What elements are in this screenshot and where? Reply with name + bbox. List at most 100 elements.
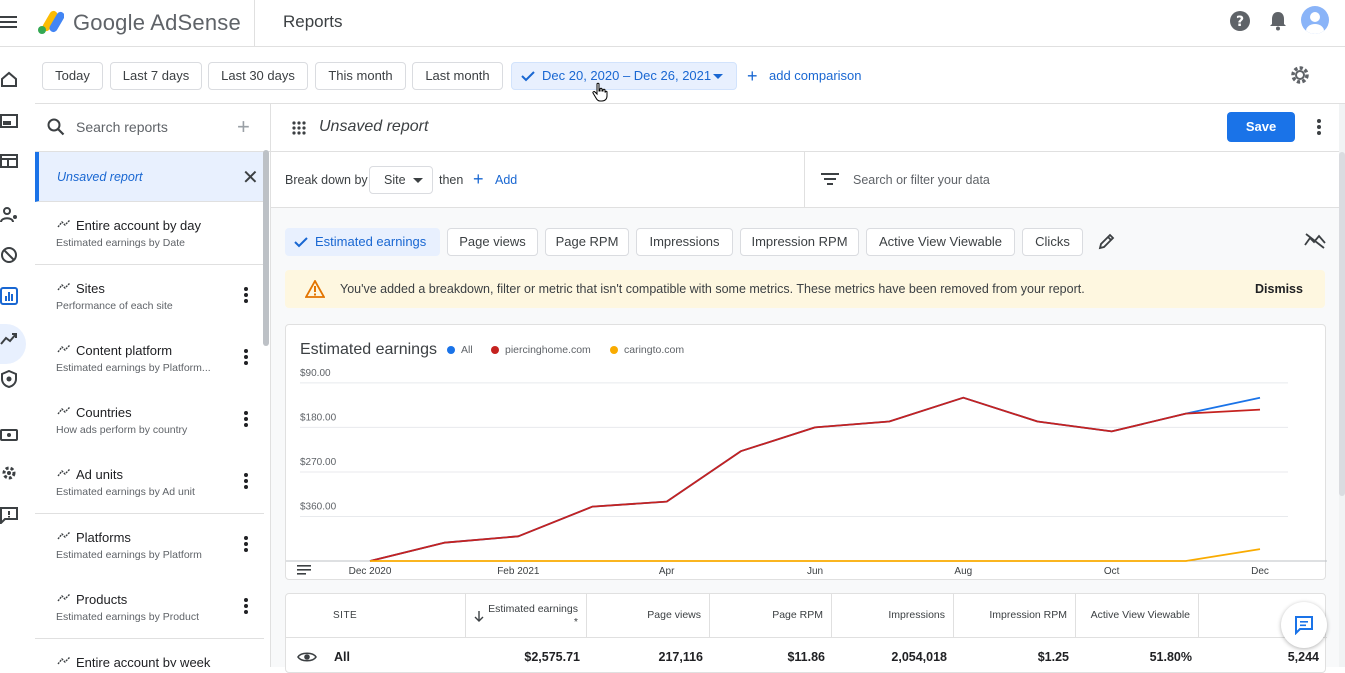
x-tick-label: Jun <box>807 566 823 577</box>
report-settings-gear-icon[interactable] <box>1289 64 1311 86</box>
toggle-chart-icon[interactable] <box>1304 232 1326 250</box>
table-header-page-rpm[interactable]: Page RPM <box>710 594 832 637</box>
sort-column-header[interactable]: Estimated earnings * <box>466 594 587 637</box>
metric-chip-clicks[interactable]: Clicks <box>1022 228 1083 256</box>
date-last-7-days-chip[interactable]: Last 7 days <box>110 62 202 90</box>
y-tick-label: $90.00 <box>300 368 331 379</box>
blocking-controls-icon[interactable] <box>0 246 18 264</box>
x-tick-label: Apr <box>659 566 675 577</box>
y-tick-label: $270.00 <box>300 457 337 468</box>
x-tick-label: Aug <box>954 566 972 577</box>
table-header-impressions[interactable]: Impressions <box>832 594 954 637</box>
svg-text:?: ? <box>1236 14 1244 30</box>
table-cell-clicks: 5,244 <box>1287 650 1319 664</box>
sidebar-scrollbar[interactable] <box>263 150 269 346</box>
report-title[interactable]: Unsaved report <box>319 118 428 136</box>
edit-metrics-pencil-icon[interactable] <box>1098 232 1116 250</box>
optimization-trend-icon[interactable] <box>0 330 18 348</box>
more-options-icon[interactable] <box>240 347 252 367</box>
report-main-panel: Unsaved report Save Break down by Site t… <box>271 104 1345 673</box>
more-options-icon[interactable] <box>240 471 252 491</box>
sort-arrow-down-icon <box>474 610 484 622</box>
table-header-impression-rpm[interactable]: Impression RPM <box>954 594 1076 637</box>
account-settings-gear-icon[interactable] <box>0 464 18 482</box>
breakdown-site-value: Site <box>384 173 406 187</box>
table-cell-impressions: 2,054,018 <box>891 650 947 664</box>
page-title: Reports <box>283 12 343 31</box>
report-item[interactable]: Platforms Estimated earnings by Platform <box>35 514 264 577</box>
table-header-estimated-earnings: Estimated earnings * <box>488 602 578 628</box>
add-breakdown-label: Add <box>495 173 518 187</box>
feedback-icon[interactable] <box>0 506 18 524</box>
more-options-icon[interactable] <box>240 285 252 305</box>
save-button[interactable]: Save <box>1227 112 1295 142</box>
main-scrollbar-thumb[interactable] <box>1339 152 1345 496</box>
report-more-options-icon[interactable] <box>1313 117 1325 137</box>
table-header-site[interactable]: SITE <box>286 594 466 637</box>
earnings-chart-card: Estimated earnings All piercinghome.com … <box>285 324 1327 580</box>
metric-chip-active-view-viewable[interactable]: Active View Viewable <box>866 228 1015 256</box>
new-report-plus-icon[interactable]: + <box>237 114 250 140</box>
payments-icon[interactable] <box>0 426 18 444</box>
more-options-icon[interactable] <box>240 409 252 429</box>
reports-icon[interactable] <box>0 287 18 305</box>
report-item[interactable]: Content platform Estimated earnings by P… <box>35 327 264 390</box>
report-item[interactable]: Products Estimated earnings by Product <box>35 576 264 639</box>
active-report-item[interactable]: Unsaved report ✕ <box>35 152 264 202</box>
eye-visibility-icon[interactable] <box>297 650 317 664</box>
more-options-icon[interactable] <box>240 534 252 554</box>
more-options-icon[interactable] <box>240 596 252 616</box>
table-cell-site[interactable]: All <box>334 650 350 664</box>
metric-chip-estimated-earnings[interactable]: Estimated earnings <box>285 228 440 256</box>
report-item-title: Platforms <box>76 530 131 545</box>
table-cell-page-views: 217,116 <box>658 650 704 664</box>
sites-icon[interactable] <box>0 112 18 130</box>
feedback-chat-button[interactable] <box>1281 602 1327 648</box>
date-last-month-chip[interactable]: Last month <box>412 62 503 90</box>
date-last-30-days-chip[interactable]: Last 30 days <box>208 62 308 90</box>
date-today-chip[interactable]: Today <box>42 62 103 90</box>
table-header-page-views[interactable]: Page views <box>587 594 710 637</box>
account-avatar[interactable] <box>1301 6 1329 34</box>
metric-chip-impression-rpm[interactable]: Impression RPM <box>740 228 859 256</box>
report-item[interactable]: Entire account by week <box>35 639 264 667</box>
filter-search-input[interactable]: Search or filter your data <box>853 173 990 187</box>
ads-icon[interactable] <box>0 152 18 170</box>
brand-name: Google AdSense <box>73 10 241 35</box>
report-item-title: Countries <box>76 405 132 420</box>
metric-chip-page-views[interactable]: Page views <box>447 228 538 256</box>
search-reports-input[interactable]: Search reports <box>76 119 168 135</box>
apps-grid-icon[interactable] <box>291 120 307 136</box>
report-item-title: Products <box>76 592 128 607</box>
menu-icon[interactable] <box>0 12 20 32</box>
chart-table-toggle-icon[interactable] <box>297 565 311 575</box>
help-icon[interactable]: ? <box>1229 10 1253 34</box>
date-this-month-chip[interactable]: This month <box>315 62 406 90</box>
plus-icon: + <box>747 66 758 86</box>
home-icon[interactable] <box>0 70 18 88</box>
chat-icon <box>1295 616 1313 635</box>
notifications-bell-icon[interactable] <box>1268 10 1292 34</box>
main-scrollbar[interactable] <box>1339 104 1345 667</box>
table-header-active-view-viewable[interactable]: Active View Viewable <box>1076 594 1199 637</box>
dismiss-button[interactable]: Dismiss <box>1255 282 1303 296</box>
report-item-subtitle: Performance of each site <box>56 300 173 312</box>
metric-chip-impressions[interactable]: Impressions <box>636 228 733 256</box>
report-item[interactable]: Sites Performance of each site <box>35 265 264 328</box>
warning-icon <box>305 280 325 298</box>
breakdown-site-dropdown[interactable]: Site <box>369 166 433 194</box>
report-item[interactable]: Ad units Estimated earnings by Ad unit <box>35 451 264 514</box>
report-item[interactable]: Entire account by day Estimated earnings… <box>35 202 264 265</box>
x-tick-label: Feb 2021 <box>497 566 540 577</box>
adsense-logo-icon <box>36 8 64 36</box>
policy-center-icon[interactable] <box>0 370 18 388</box>
sharing-access-icon[interactable] <box>0 206 18 224</box>
metric-chip-page-rpm[interactable]: Page RPM <box>545 228 629 256</box>
y-tick-label: $360.00 <box>300 501 337 512</box>
add-comparison-button[interactable]: + add comparison <box>747 62 862 90</box>
add-breakdown-button[interactable]: + Add <box>473 169 518 189</box>
close-icon[interactable]: ✕ <box>242 165 259 190</box>
custom-date-range-dropdown[interactable]: Dec 20, 2020 – Dec 26, 2021 <box>511 62 737 90</box>
x-tick-label: Dec 2020 <box>349 566 392 577</box>
report-item[interactable]: Countries How ads perform by country <box>35 389 264 452</box>
